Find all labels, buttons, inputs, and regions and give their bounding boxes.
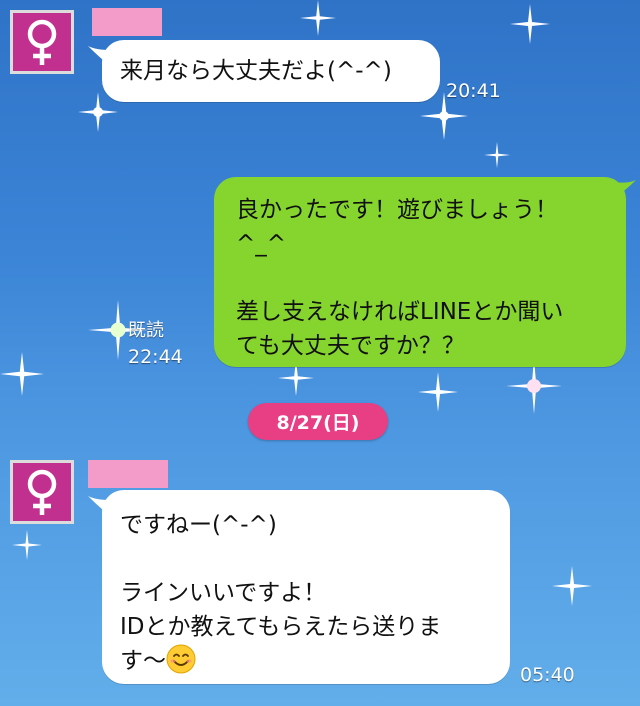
- message-text: ても大丈夫ですか？？: [236, 333, 465, 359]
- message-text-blank: [120, 542, 492, 576]
- sparkle-icon: [510, 4, 550, 44]
- message-text: 良かったです！遊びましょう！: [236, 197, 558, 223]
- message-text: IDとか教えてもらえたら送りま: [120, 614, 442, 640]
- avatar[interactable]: [10, 460, 74, 524]
- message-bubble-outgoing[interactable]: 良かったです！遊びましょう！ ^_^ 差し支えなければLINEとか聞い ても大丈…: [214, 177, 626, 367]
- sender-name-redacted: [88, 460, 168, 488]
- message-bubble-incoming[interactable]: 来月なら大丈夫だよ(^-^): [102, 40, 440, 102]
- date-separator: 8/27(日): [248, 403, 388, 440]
- sparkle-icon: [418, 372, 458, 412]
- female-symbol-icon: [27, 469, 57, 515]
- sparkle-icon: [484, 142, 510, 168]
- message-text: 来月なら大丈夫だよ(^-^): [120, 58, 392, 84]
- sparkle-icon: [552, 566, 592, 606]
- message-time: 05:40: [520, 664, 575, 686]
- smiling-face-emoji-icon: [166, 644, 196, 674]
- sparkle-icon: [0, 352, 44, 396]
- avatar[interactable]: [10, 10, 74, 74]
- message-text: ですねー(^-^): [120, 512, 277, 538]
- message-text-blank: [236, 261, 608, 295]
- female-symbol-icon: [27, 19, 57, 65]
- sparkle-icon: [12, 530, 42, 560]
- message-text: す〜: [120, 648, 166, 674]
- sender-name-redacted: [92, 8, 162, 36]
- message-text: ^_^: [236, 231, 287, 257]
- message-text: 差し支えなければLINEとか聞い: [236, 299, 564, 325]
- message-text: ラインいいですよ！: [120, 580, 327, 606]
- read-receipt: 既読: [128, 320, 164, 341]
- message-time: 22:44: [128, 346, 183, 368]
- message-bubble-incoming[interactable]: ですねー(^-^) ラインいいですよ！ IDとか教えてもらえたら送りま す〜: [102, 490, 510, 684]
- bubble-tail: [612, 180, 636, 200]
- message-time: 20:41: [446, 80, 501, 102]
- sparkle-icon: [300, 0, 336, 36]
